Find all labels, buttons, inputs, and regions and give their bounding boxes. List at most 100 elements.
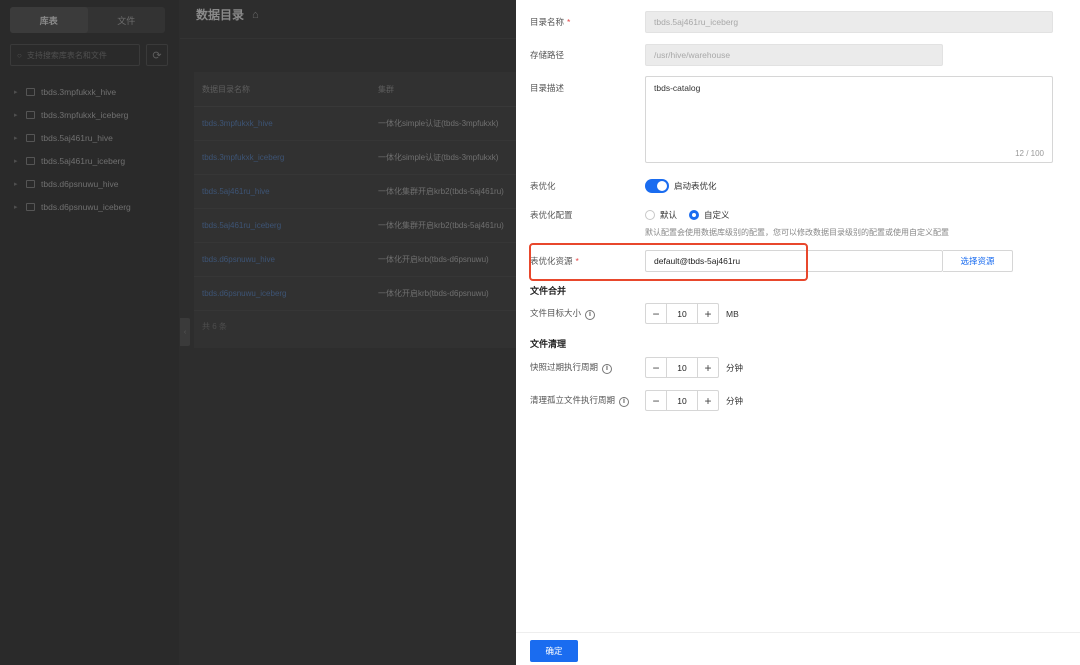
table-header: 数据目录名称 集群	[194, 72, 516, 107]
table-optimize-switch-label: 启动表优化	[674, 181, 717, 191]
tree-item[interactable]: ▸ tbds.5aj461ru_iceberg	[14, 149, 131, 172]
unit-label: MB	[726, 308, 739, 319]
optimize-resource-input[interactable]: default@tbds-5aj461ru	[645, 250, 943, 272]
radio-custom-circle[interactable]	[689, 210, 700, 220]
caret-right-icon[interactable]: ▸	[14, 203, 20, 211]
caret-right-icon[interactable]: ▸	[14, 157, 20, 165]
file-cleanup-section: 文件清理	[530, 339, 567, 349]
tree-item-label: tbds.5aj461ru_hive	[41, 132, 113, 143]
tree-item[interactable]: ▸ tbds.d6psnuwu_hive	[14, 172, 131, 195]
database-icon	[26, 156, 35, 165]
tab-tables[interactable]: 库表	[10, 7, 88, 33]
required-mark: *	[567, 17, 571, 27]
tab-files[interactable]: 文件	[88, 7, 166, 33]
target-size-label: 文件目标大小 i	[530, 307, 645, 320]
catalog-tree: ▸ tbds.3mpfukxk_hive ▸ tbds.3mpfukxk_icebe…	[14, 80, 131, 218]
catalog-name-row: 目录名称 * tbds.5aj461ru_iceberg	[530, 11, 1053, 33]
confirm-button[interactable]: 确定	[530, 640, 578, 662]
cluster-cell: 一体化simple认证(tbds-3mpfukxk)	[378, 153, 499, 162]
table-row: tbds.3mpfukxk_iceberg 一体化simple认证(tbds-3…	[194, 141, 516, 175]
database-icon	[26, 179, 35, 188]
tree-item[interactable]: ▸ tbds.3mpfukxk_hive	[14, 80, 131, 103]
tree-item[interactable]: ▸ tbds.3mpfukxk_iceberg	[14, 103, 131, 126]
edit-catalog-drawer: 目录名称 * tbds.5aj461ru_iceberg 存储路径 /usr/hi…	[516, 0, 1080, 665]
increment-button[interactable]: +	[697, 358, 718, 377]
main-content: 数据目录 ⌂ 数据目录名称 集群 tbds.3mpfukxk_hive 一体化s…	[180, 0, 516, 665]
database-icon	[26, 133, 35, 142]
catalog-name-input: tbds.5aj461ru_iceberg	[645, 11, 1053, 33]
info-icon[interactable]: i	[602, 363, 613, 374]
select-resource-button[interactable]: 选择资源	[943, 250, 1013, 272]
catalog-link[interactable]: tbds.d6psnuwu_iceberg	[194, 289, 370, 298]
optimize-resource-row: 表优化资源 * default@tbds-5aj461ru 选择资源	[530, 250, 1013, 272]
catalog-link[interactable]: tbds.5aj461ru_iceberg	[194, 221, 370, 230]
refresh-button[interactable]: ⟳	[146, 44, 168, 66]
tree-item-label: tbds.5aj461ru_iceberg	[41, 155, 126, 166]
divider	[180, 38, 516, 39]
optimize-config-label: 表优化配置	[530, 210, 573, 220]
tree-item[interactable]: ▸ tbds.5aj461ru_hive	[14, 126, 131, 149]
cluster-cell: 一体化开启krb(tbds-d6psnuwu)	[378, 255, 489, 264]
database-icon	[26, 110, 35, 119]
header-cluster: 集群	[378, 84, 394, 94]
catalog-link[interactable]: tbds.5aj461ru_hive	[194, 187, 370, 196]
caret-right-icon[interactable]: ▸	[14, 180, 20, 188]
info-icon[interactable]: i	[585, 309, 596, 320]
catalog-link[interactable]: tbds.3mpfukxk_iceberg	[194, 153, 370, 162]
table-optimize-switch[interactable]	[645, 179, 669, 193]
stepper-value[interactable]: 10	[667, 358, 697, 377]
storage-path-label: 存储路径	[530, 50, 565, 60]
storage-path-row: 存储路径 /usr/hive/warehouse	[530, 44, 943, 66]
increment-button[interactable]: +	[697, 391, 718, 410]
storage-path-input: /usr/hive/warehouse	[645, 44, 943, 66]
decrement-button[interactable]: −	[646, 304, 667, 323]
description-label: 目录描述	[530, 83, 565, 93]
search-input[interactable]: ○ 支持搜索库表名和文件	[10, 44, 140, 66]
sidebar: 库表 文件 ○ 支持搜索库表名和文件 ⟳ ▸ tbds.3mpfukxk_hive…	[0, 0, 179, 665]
unit-label: 分钟	[726, 362, 744, 373]
stepper-value[interactable]: 10	[667, 304, 697, 323]
optimize-resource-label: 表优化资源 *	[530, 256, 579, 266]
table-row: tbds.3mpfukxk_hive 一体化simple认证(tbds-3mpf…	[194, 107, 516, 141]
table-row: tbds.5aj461ru_iceberg 一体化集群开启krb2(tbds-5…	[194, 209, 516, 243]
description-counter: 12 / 100	[1015, 149, 1044, 158]
description-row: 目录描述	[530, 82, 645, 94]
chevron-left-icon: ‹	[183, 328, 187, 336]
tree-item[interactable]: ▸ tbds.d6psnuwu_iceberg	[14, 195, 131, 218]
search-placeholder: 支持搜索库表名和文件	[26, 50, 107, 60]
catalog-link[interactable]: tbds.d6psnuwu_hive	[194, 255, 370, 264]
decrement-button[interactable]: −	[646, 391, 667, 410]
caret-right-icon[interactable]: ▸	[14, 111, 20, 119]
page-title: 数据目录 ⌂	[196, 6, 259, 23]
target-size-stepper: − 10 +	[645, 303, 719, 324]
radio-custom[interactable]: 自定义	[689, 209, 730, 221]
optimize-config-row: 表优化配置 默认 自定义	[530, 209, 742, 221]
catalog-name-label: 目录名称 *	[530, 17, 571, 27]
increment-button[interactable]: +	[697, 304, 718, 323]
snapshot-expire-label: 快照过期执行周期 i	[530, 361, 645, 374]
radio-default-circle[interactable]	[645, 210, 655, 220]
search-icon: ○	[17, 50, 22, 60]
sidebar-collapse-button[interactable]: ‹	[180, 318, 190, 346]
database-icon	[26, 87, 35, 96]
catalog-link[interactable]: tbds.3mpfukxk_hive	[194, 119, 370, 128]
database-icon	[26, 202, 35, 211]
tree-item-label: tbds.d6psnuwu_hive	[41, 178, 119, 189]
info-icon[interactable]: i	[619, 396, 630, 407]
home-icon[interactable]: ⌂	[252, 9, 259, 21]
caret-right-icon[interactable]: ▸	[14, 134, 20, 142]
stepper-value[interactable]: 10	[667, 391, 697, 410]
decrement-button[interactable]: −	[646, 358, 667, 377]
unit-label: 分钟	[726, 395, 744, 406]
cluster-cell: 一体化simple认证(tbds-3mpfukxk)	[378, 119, 499, 128]
required-mark: *	[575, 256, 579, 266]
description-textarea[interactable]: tbds-catalog 12 / 100	[645, 76, 1053, 163]
table-optimize-row: 表优化 启动表优化	[530, 179, 717, 193]
tree-item-label: tbds.3mpfukxk_hive	[41, 86, 117, 97]
orphan-cleanup-row: 清理孤立文件执行周期 i − 10 + 分钟	[530, 390, 743, 411]
tree-item-label: tbds.d6psnuwu_iceberg	[41, 201, 131, 212]
radio-default[interactable]: 默认	[645, 209, 677, 221]
caret-right-icon[interactable]: ▸	[14, 88, 20, 96]
target-size-row: 文件目标大小 i − 10 + MB	[530, 303, 739, 324]
cluster-cell: 一体化集群开启krb2(tbds-5aj461ru)	[378, 187, 504, 196]
